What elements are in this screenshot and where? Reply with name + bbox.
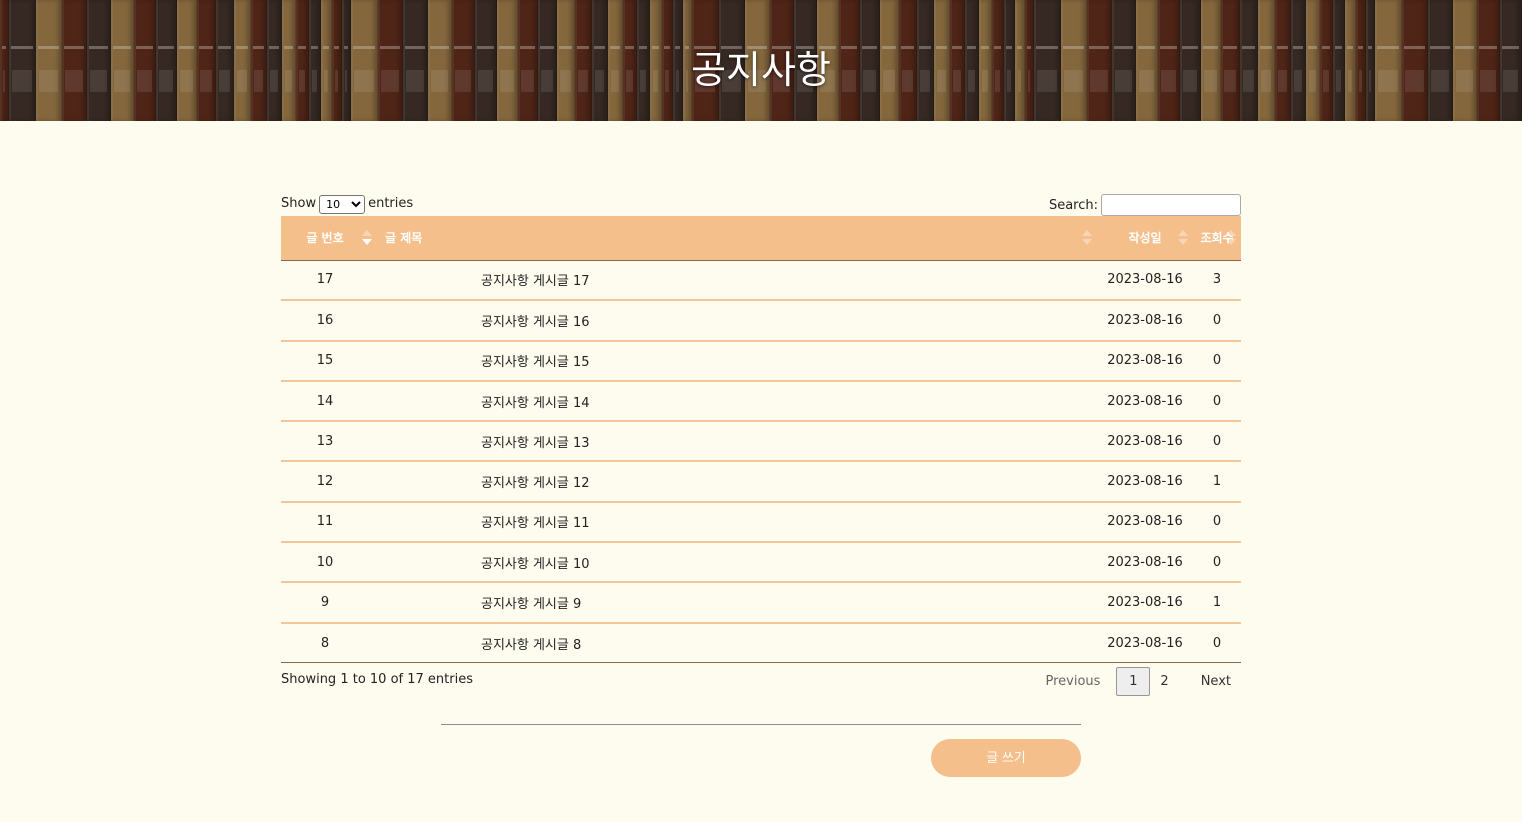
cell-date: 2023-08-16 <box>1097 421 1193 463</box>
cell-views: 1 <box>1193 582 1241 624</box>
table-row[interactable]: 16 공지사항 게시글 16 2023-08-16 0 <box>281 300 1241 342</box>
table-row[interactable]: 9 공지사항 게시글 9 2023-08-16 1 <box>281 582 1241 624</box>
cell-date: 2023-08-16 <box>1097 501 1193 544</box>
page-title: 공지사항 <box>691 48 831 92</box>
previous-page-button[interactable]: Previous <box>1035 668 1110 695</box>
cell-views: 0 <box>1193 622 1241 664</box>
divider <box>441 724 1081 725</box>
cell-title-link[interactable]: 공지사항 게시글 9 <box>377 582 1097 624</box>
table-row[interactable]: 11 공지사항 게시글 11 2023-08-16 0 <box>281 501 1241 544</box>
cell-views: 0 <box>1193 542 1241 584</box>
cell-number: 17 <box>281 260 377 302</box>
table-row[interactable]: 8 공지사항 게시글 8 2023-08-16 0 <box>281 622 1241 664</box>
column-header-label: 작성일 <box>1128 231 1162 246</box>
cell-views: 0 <box>1193 380 1241 423</box>
cell-number: 12 <box>281 461 377 503</box>
column-header-label: 글 번호 <box>306 231 344 246</box>
cell-number: 14 <box>281 380 377 423</box>
column-header-views[interactable]: 조회수 <box>1193 216 1241 261</box>
search-input[interactable] <box>1101 194 1241 216</box>
cell-number: 16 <box>281 300 377 342</box>
cell-date: 2023-08-16 <box>1097 582 1193 624</box>
show-label: Show <box>281 196 317 211</box>
header-banner: 공지사항 <box>0 0 1522 121</box>
cell-views: 0 <box>1193 421 1241 463</box>
cell-number: 10 <box>281 542 377 584</box>
table-row[interactable]: 14 공지사항 게시글 14 2023-08-16 0 <box>281 380 1241 423</box>
sort-icon <box>1178 230 1188 246</box>
sort-icon <box>1082 230 1092 246</box>
cell-views: 0 <box>1193 340 1241 382</box>
cell-title-link[interactable]: 공지사항 게시글 10 <box>377 542 1097 584</box>
search-control: Search: <box>1049 194 1241 216</box>
page-length-control: Show 10 entries <box>281 193 413 215</box>
page-button-2[interactable]: 2 <box>1150 668 1178 695</box>
cell-title-link[interactable]: 공지사항 게시글 8 <box>377 622 1097 664</box>
cell-date: 2023-08-16 <box>1097 380 1193 423</box>
column-header-date[interactable]: 작성일 <box>1097 216 1193 261</box>
notice-table: 글 번호 글 제목 작성일 조회수 17 공지사항 게시글 17 2023-08-1 <box>281 216 1241 664</box>
cell-title-link[interactable]: 공지사항 게시글 12 <box>377 461 1097 503</box>
cell-number: 15 <box>281 340 377 382</box>
page-length-select[interactable]: 10 <box>319 194 366 214</box>
cell-date: 2023-08-16 <box>1097 340 1193 382</box>
write-post-button[interactable]: 글 쓰기 <box>931 739 1081 777</box>
table-row[interactable]: 12 공지사항 게시글 12 2023-08-16 1 <box>281 461 1241 503</box>
sort-icon <box>1226 230 1236 246</box>
column-header-label: 글 제목 <box>385 231 423 246</box>
table-row[interactable]: 17 공지사항 게시글 17 2023-08-16 3 <box>281 260 1241 302</box>
cell-title-link[interactable]: 공지사항 게시글 14 <box>377 380 1097 423</box>
column-header-number[interactable]: 글 번호 <box>281 216 377 261</box>
cell-date: 2023-08-16 <box>1097 461 1193 503</box>
cell-number: 8 <box>281 622 377 664</box>
column-header-title[interactable]: 글 제목 <box>377 216 1097 261</box>
cell-date: 2023-08-16 <box>1097 260 1193 302</box>
cell-title-link[interactable]: 공지사항 게시글 16 <box>377 300 1097 342</box>
entries-label: entries <box>368 196 414 211</box>
cell-date: 2023-08-16 <box>1097 300 1193 342</box>
table-header-row: 글 번호 글 제목 작성일 조회수 <box>281 216 1241 261</box>
cell-number: 11 <box>281 501 377 544</box>
next-page-button[interactable]: Next <box>1191 668 1241 695</box>
table-row[interactable]: 13 공지사항 게시글 13 2023-08-16 0 <box>281 421 1241 463</box>
cell-views: 0 <box>1193 300 1241 342</box>
cell-title-link[interactable]: 공지사항 게시글 11 <box>377 501 1097 544</box>
sort-desc-icon <box>362 230 372 246</box>
table-row[interactable]: 10 공지사항 게시글 10 2023-08-16 0 <box>281 542 1241 584</box>
cell-title-link[interactable]: 공지사항 게시글 15 <box>377 340 1097 382</box>
cell-views: 0 <box>1193 501 1241 544</box>
cell-views: 3 <box>1193 260 1241 302</box>
search-label: Search: <box>1048 197 1098 213</box>
cell-date: 2023-08-16 <box>1097 622 1193 664</box>
table-info: Showing 1 to 10 of 17 entries <box>281 672 473 687</box>
pagination: Previous 1 2 Next <box>1035 667 1241 696</box>
cell-views: 1 <box>1193 461 1241 503</box>
cell-number: 9 <box>281 582 377 624</box>
cell-number: 13 <box>281 421 377 463</box>
page-button-1[interactable]: 1 <box>1116 667 1151 696</box>
cell-title-link[interactable]: 공지사항 게시글 17 <box>377 260 1097 302</box>
cell-title-link[interactable]: 공지사항 게시글 13 <box>377 421 1097 463</box>
table-row[interactable]: 15 공지사항 게시글 15 2023-08-16 0 <box>281 340 1241 382</box>
cell-date: 2023-08-16 <box>1097 542 1193 584</box>
